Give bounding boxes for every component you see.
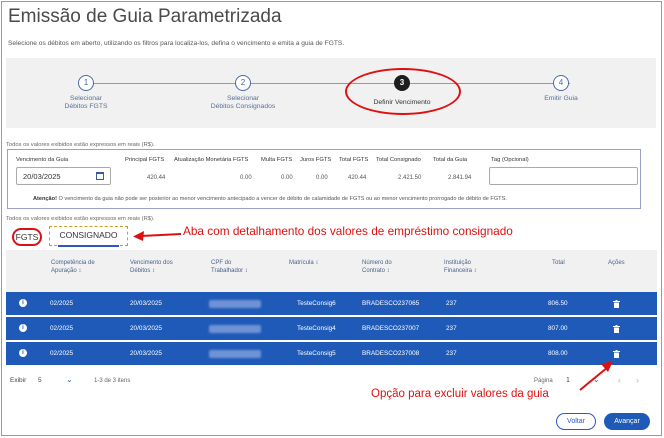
col-instituicao[interactable]: Instituição Financeira ↕ xyxy=(444,259,477,275)
attention-note: Atenção! O vencimento da guia não pode s… xyxy=(33,196,507,202)
trash-icon[interactable] xyxy=(613,350,620,358)
page-title: Emissão de Guia Parametrizada xyxy=(8,6,282,27)
page-label: Página xyxy=(534,378,553,384)
cell-matricula: TesteConsig5 xyxy=(297,350,336,357)
step-2[interactable]: 2 Selecionar Débitos Consignados xyxy=(183,75,303,111)
tab-fgts[interactable]: FGTS xyxy=(12,228,42,246)
next-button[interactable]: Avançar xyxy=(604,413,650,430)
table-row: i 02/2025 20/03/2025 TesteConsig6 BRADES… xyxy=(6,292,657,316)
currency-note-2: Todos os valores exibidos estão expresso… xyxy=(6,216,155,222)
value-total-fgts: 420.44 xyxy=(348,175,367,181)
vencimento-panel: Vencimento da Guia 20/03/2025 Principal … xyxy=(7,149,641,209)
currency-note: Todos os valores exibidos estão expresso… xyxy=(6,142,155,148)
value-total-consignado: 2.421.50 xyxy=(398,175,422,181)
step-1-label: Selecionar Débitos FGTS xyxy=(64,95,108,110)
col-vencimento[interactable]: Vencimento dos Débitos ↕ xyxy=(130,259,173,275)
page-size-select[interactable]: 5 xyxy=(38,377,42,384)
cpf-redacted xyxy=(209,350,261,358)
header-total-guia: Total da Guia xyxy=(433,157,468,163)
page-size-label: Exibir xyxy=(10,377,27,384)
cell-contrato: BRADESCO237008 xyxy=(362,350,420,357)
chevron-down-icon[interactable]: ⌄ xyxy=(66,375,73,384)
stepper: 1 Selecionar Débitos FGTS 2 Selecionar Déb… xyxy=(6,58,656,128)
trash-icon[interactable] xyxy=(613,325,620,333)
header-principal: Principal FGTS xyxy=(125,157,165,163)
items-count: 1-3 de 3 itens xyxy=(94,378,131,384)
step-4-label: Emitir Guia xyxy=(544,95,578,102)
value-atualizacao: 0.00 xyxy=(240,175,252,181)
highlight-ellipse-step-3 xyxy=(345,68,461,115)
table-row: i 02/2025 20/03/2025 TesteConsig4 BRADES… xyxy=(6,317,657,341)
page-subtitle: Selecione os débitos em aberto, utilizan… xyxy=(8,40,345,47)
table-row: i 02/2025 20/03/2025 TesteConsig5 BRADES… xyxy=(6,342,657,366)
value-juros: 0.00 xyxy=(316,175,328,181)
annotation-arrow-up-icon xyxy=(579,361,613,391)
vencimento-date-input[interactable]: 20/03/2025 xyxy=(16,167,111,185)
annotation-consignado: Aba com detalhamento dos valores de empr… xyxy=(183,224,513,238)
table-footer: Exibir 5 ⌄ 1-3 de 3 itens Página 1 ⌄ ‹ › xyxy=(6,371,657,393)
header-vencimento: Vencimento da Guia xyxy=(16,157,69,163)
cell-vencimento: 20/03/2025 xyxy=(130,325,162,332)
header-total-fgts: Total FGTS xyxy=(339,157,369,163)
cpf-redacted xyxy=(209,300,261,308)
header-atualizacao: Atualização Monetária FGTS xyxy=(174,157,249,163)
cell-vencimento: 20/03/2025 xyxy=(130,300,162,307)
stepper-line xyxy=(92,83,570,84)
value-principal: 420.44 xyxy=(147,175,166,181)
tab-consignado[interactable]: CONSIGNADO xyxy=(49,226,128,247)
col-acoes: Ações xyxy=(608,260,625,266)
cell-matricula: TesteConsig6 xyxy=(297,300,336,307)
trash-icon[interactable] xyxy=(613,300,620,308)
table-header: Competência de Apuração ↕ Vencimento dos D… xyxy=(6,250,657,292)
info-icon[interactable]: i xyxy=(19,349,27,357)
info-icon[interactable]: i xyxy=(19,299,27,307)
cell-instituicao: 237 xyxy=(446,350,457,357)
header-total-consignado: Total Consignado xyxy=(376,157,421,163)
cell-instituicao: 237 xyxy=(446,325,457,332)
annotation-excluir: Opção para excluir valores da guia xyxy=(371,388,549,400)
cell-competencia: 02/2025 xyxy=(50,300,74,307)
cpf-redacted xyxy=(209,325,261,333)
header-juros: Juros FGTS xyxy=(300,157,332,163)
cell-total: 808.00 xyxy=(548,350,568,357)
cell-total: 806.50 xyxy=(548,300,568,307)
step-2-label: Selecionar Débitos Consignados xyxy=(210,95,276,110)
step-4-circle: 4 xyxy=(553,75,569,91)
col-contrato[interactable]: Número do Contrato ↕ xyxy=(362,259,392,275)
back-button[interactable]: Voltar xyxy=(556,413,596,430)
cell-instituicao: 237 xyxy=(446,300,457,307)
chevron-right-icon[interactable]: › xyxy=(636,375,639,385)
header-tag: Tag (Opcional) xyxy=(491,157,529,163)
col-matricula[interactable]: Matrícula ↕ xyxy=(289,259,318,267)
step-1[interactable]: 1 Selecionar Débitos FGTS xyxy=(26,75,146,111)
cell-competencia: 02/2025 xyxy=(50,325,74,332)
cell-matricula: TesteConsig4 xyxy=(297,325,336,332)
col-competencia[interactable]: Competência de Apuração ↕ xyxy=(51,259,95,275)
cell-competencia: 02/2025 xyxy=(50,350,74,357)
annotation-arrow-left-icon xyxy=(133,231,181,241)
info-icon[interactable]: i xyxy=(19,324,27,332)
cell-contrato: BRADESCO237007 xyxy=(362,325,420,332)
header-multa: Multa FGTS xyxy=(261,157,293,163)
col-cpf[interactable]: CPF do Trabalhador ↕ xyxy=(211,259,248,275)
cell-total: 807.00 xyxy=(548,325,568,332)
col-total: Total xyxy=(552,260,565,266)
page-select[interactable]: 1 xyxy=(566,377,570,384)
step-4[interactable]: 4 Emitir Guia xyxy=(501,75,621,103)
cell-contrato: BRADESCO237065 xyxy=(362,300,420,307)
tag-input[interactable] xyxy=(489,167,638,185)
step-2-circle: 2 xyxy=(235,75,251,91)
value-multa: 0.00 xyxy=(281,175,293,181)
calendar-icon[interactable] xyxy=(96,172,104,180)
chevron-left-icon[interactable]: ‹ xyxy=(618,375,621,385)
value-total-guia: 2.841.94 xyxy=(448,175,472,181)
cell-vencimento: 20/03/2025 xyxy=(130,350,162,357)
step-1-circle: 1 xyxy=(78,75,94,91)
